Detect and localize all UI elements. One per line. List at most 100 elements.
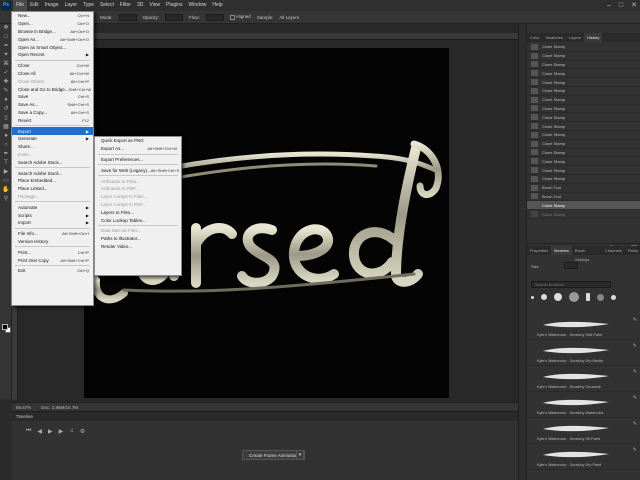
brush-preset-row[interactable]: ✎ Kyle's Watercolor - Scratchy Gouache xyxy=(527,366,640,392)
menu-item-save-as[interactable]: Save As... Shift+Ctrl+S xyxy=(12,101,93,109)
menu-item-file-info[interactable]: File Info... Alt+Shift+Ctrl+I xyxy=(12,230,93,238)
tab-history[interactable]: History xyxy=(583,33,603,42)
brush-tip[interactable] xyxy=(586,293,590,301)
history-row[interactable]: Clone Stamp xyxy=(527,166,640,175)
menu-item-paths-to-illustrator[interactable]: Paths to Illustrator... xyxy=(95,235,181,243)
play-icon[interactable]: ▶ xyxy=(48,428,53,435)
brush-tip[interactable] xyxy=(569,292,579,302)
history-row[interactable]: Clone Stamp xyxy=(527,140,640,149)
menu-item-print[interactable]: Print... Ctrl+P xyxy=(12,248,93,256)
menu-item-save-a-copy[interactable]: Save a Copy... Alt+Ctrl+S xyxy=(12,109,93,117)
history-row[interactable]: Clone Stamp xyxy=(527,175,640,184)
menu-item-place-linked[interactable]: Place Linked... xyxy=(12,185,93,193)
history-row[interactable]: Clone Stamp xyxy=(527,61,640,70)
menu-item-new[interactable]: New... Ctrl+N xyxy=(12,12,93,20)
foreground-color-swatch[interactable] xyxy=(2,324,8,330)
menu-view[interactable]: View xyxy=(146,0,163,11)
menu-item-save[interactable]: Save Ctrl+S xyxy=(12,93,93,101)
history-row[interactable]: Clone Stamp xyxy=(527,87,640,96)
tab-brush-settings[interactable]: Brush Settings xyxy=(572,246,602,262)
minimize-icon[interactable]: – xyxy=(607,0,611,11)
prev-frame-icon[interactable]: ◀ xyxy=(37,428,42,435)
menu-item-import[interactable]: Import ▶ xyxy=(12,219,93,227)
brush-preset-row[interactable]: ✎ Kyle's Watercolor - Scratchy Dry Paint xyxy=(527,444,640,470)
brush-tip[interactable] xyxy=(597,293,604,301)
flow-input[interactable] xyxy=(205,13,224,21)
history-row[interactable]: Clone Stamp xyxy=(527,122,640,131)
edit-brush-icon[interactable]: ✎ xyxy=(633,317,637,323)
aligned-checkbox[interactable]: Aligned xyxy=(229,14,251,20)
menu-item-layers-to-files[interactable]: Layers to Files... xyxy=(95,208,181,216)
menu-item-scripts[interactable]: Scripts ▶ xyxy=(12,211,93,219)
menu-item-close-and-go-to-bridge[interactable]: Close and Go to Bridge... Shift+Ctrl+W xyxy=(12,85,93,93)
brush-tip[interactable] xyxy=(541,294,547,300)
tab-layers[interactable]: Layers xyxy=(566,33,584,42)
menu-item-search-adobe-stock[interactable]: Search Adobe Stock... xyxy=(12,169,93,177)
history-row[interactable]: Clone Stamp xyxy=(527,201,640,211)
brush-tip[interactable] xyxy=(554,293,562,301)
menu-layer[interactable]: Layer xyxy=(62,0,81,11)
brush-preset-row[interactable]: ✎ Kyle's Watercolor - Scratchy Soft Paint xyxy=(527,314,640,340)
menu-item-quick-export-as-png[interactable]: Quick Export as PNG xyxy=(95,137,181,145)
menu-3d[interactable]: 3D xyxy=(134,0,146,11)
menu-help[interactable]: Help xyxy=(209,0,225,11)
menu-select[interactable]: Select xyxy=(97,0,117,11)
tab-brushes[interactable]: Brushes xyxy=(551,246,572,255)
menu-item-revert[interactable]: Revert F12 xyxy=(12,116,93,124)
menu-plugins[interactable]: Plugins xyxy=(163,0,185,11)
tab-properties[interactable]: Properties xyxy=(527,246,551,255)
menu-edit[interactable]: Edit xyxy=(27,0,42,11)
brush-tip[interactable] xyxy=(611,294,616,300)
next-frame-icon[interactable]: ▶ xyxy=(59,428,64,435)
menu-item-search-adobe-stock[interactable]: Search Adobe Stock... xyxy=(12,158,93,166)
document-info[interactable]: Doc: 2.86M/16.7M xyxy=(41,405,78,410)
zoom-level[interactable]: 66.67% xyxy=(16,405,31,410)
brush-preset-row[interactable]: ✎ Kyle's Watercolor - Scratchy Oil Paint xyxy=(527,418,640,444)
menu-item-export-as[interactable]: Export As... Alt+Shift+Ctrl+W xyxy=(95,145,181,153)
brush-preset-row[interactable]: ✎ Kyle's Watercolor - Scratchy Watercolor xyxy=(527,392,640,418)
menu-type[interactable]: Type xyxy=(80,0,97,11)
menu-file[interactable]: File xyxy=(13,0,28,11)
history-row[interactable]: Brush Tool xyxy=(527,193,640,202)
brush-size-slider[interactable] xyxy=(564,262,578,269)
history-row[interactable]: Clone Stamp xyxy=(527,131,640,140)
sample-select[interactable]: All Layers xyxy=(279,15,299,20)
menu-item-close[interactable]: Close Ctrl+W xyxy=(12,62,93,70)
tab-swatches[interactable]: Swatches xyxy=(543,33,566,42)
edit-brush-icon[interactable]: ✎ xyxy=(633,421,637,427)
history-row[interactable]: Clone Stamp xyxy=(527,78,640,87)
audio-icon[interactable]: ♫ xyxy=(69,428,74,435)
menu-item-place-embedded[interactable]: Place Embedded... xyxy=(12,177,93,185)
brush-preset-row[interactable]: ✎ Kyle's Watercolor - Scratchy Dry Media xyxy=(527,340,640,366)
maximize-icon[interactable]: □ xyxy=(619,0,623,11)
menu-item-close-all[interactable]: Close All Alt+Ctrl+W xyxy=(12,70,93,78)
history-row[interactable]: Clone Stamp xyxy=(527,69,640,79)
menu-item-generate[interactable]: Generate ▶ xyxy=(12,135,93,143)
first-frame-icon[interactable]: ⏮ xyxy=(26,428,31,435)
history-row[interactable]: Clone Stamp xyxy=(527,105,640,114)
menu-item-open-as[interactable]: Open As... Alt+Shift+Ctrl+O xyxy=(12,35,93,43)
tab-channels[interactable]: Channels xyxy=(602,246,625,255)
menu-item-share[interactable]: Share... xyxy=(12,143,93,151)
menu-item-export[interactable]: Export ▶ xyxy=(12,127,93,135)
menu-item-open[interactable]: Open... Ctrl+O xyxy=(12,20,93,28)
menu-item-open-recent[interactable]: Open Recent ▶ xyxy=(12,51,93,59)
menu-window[interactable]: Window xyxy=(186,0,210,11)
menu-item-export-preferences[interactable]: Export Preferences... xyxy=(95,156,181,164)
menu-image[interactable]: Image xyxy=(42,0,62,11)
menu-item-exit[interactable]: Exit Ctrl+Q xyxy=(12,267,93,275)
opacity-input[interactable] xyxy=(165,13,184,21)
menu-item-browse-in-bridge[interactable]: Browse in Bridge... Alt+Ctrl+O xyxy=(12,28,93,36)
menu-item-color-lookup-tables[interactable]: Color Lookup Tables... xyxy=(95,216,181,224)
menu-filter[interactable]: Filter xyxy=(117,0,134,11)
history-row[interactable]: Clone Stamp xyxy=(527,149,640,158)
edit-brush-icon[interactable]: ✎ xyxy=(633,343,637,349)
menu-item-save-for-web-legacy[interactable]: Save for Web (Legacy)... Alt+Shift+Ctrl+S xyxy=(95,166,181,174)
menu-item-automate[interactable]: Automate ▶ xyxy=(12,203,93,211)
mode-select[interactable] xyxy=(118,13,137,21)
history-row[interactable]: Clone Stamp xyxy=(527,210,640,219)
menu-item-open-as-smart-object[interactable]: Open as Smart Object... xyxy=(12,43,93,51)
history-row[interactable]: Clone Stamp xyxy=(527,113,640,123)
history-row[interactable]: Clone Stamp xyxy=(527,52,640,61)
history-row[interactable]: Clone Stamp xyxy=(527,96,640,105)
